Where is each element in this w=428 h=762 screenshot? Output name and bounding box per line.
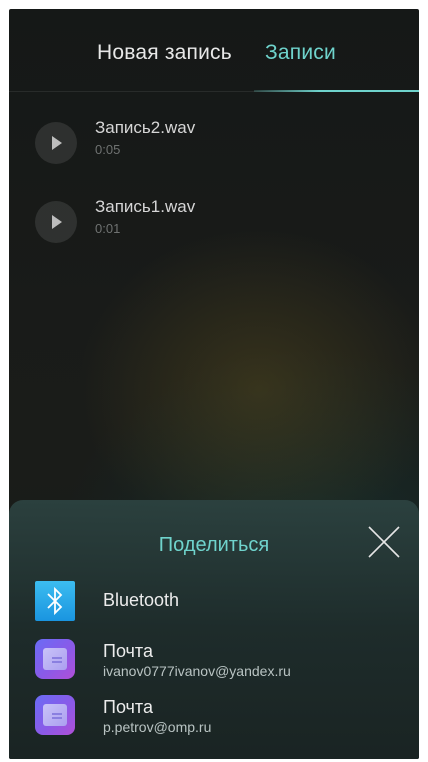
tab-new-record[interactable]: Новая запись	[97, 41, 232, 65]
active-tab-indicator	[254, 90, 419, 92]
record-name: Запись2.wav	[95, 118, 196, 137]
bluetooth-icon	[35, 581, 75, 621]
app-screen: Новая запись Записи Запись2.wav 0:05 Зап…	[9, 9, 419, 759]
share-item-mail[interactable]: Почта ivanov0777ivanov@yandex.ru	[9, 639, 419, 687]
record-name: Запись1.wav	[95, 197, 196, 216]
record-duration: 0:01	[95, 221, 121, 236]
record-duration: 0:05	[95, 142, 121, 157]
close-icon[interactable]	[367, 525, 401, 559]
share-sheet-title: Поделиться	[158, 534, 270, 556]
share-item-label: Почта	[103, 641, 153, 661]
share-sheet: Поделиться Bluetooth Почта ivanov0777iva…	[9, 500, 419, 759]
share-item-account: p.petrov@omp.ru	[103, 719, 212, 735]
play-icon[interactable]	[35, 122, 77, 164]
tab-records[interactable]: Записи	[265, 41, 336, 65]
mail-icon	[35, 639, 75, 679]
share-item-bluetooth[interactable]: Bluetooth	[9, 581, 419, 629]
mail-icon	[35, 695, 75, 735]
share-item-label: Почта	[103, 697, 153, 717]
share-item-account: ivanov0777ivanov@yandex.ru	[103, 663, 291, 679]
play-icon[interactable]	[35, 201, 77, 243]
record-item[interactable]: Запись1.wav 0:01	[9, 191, 419, 251]
tab-header: Новая запись Записи	[9, 9, 419, 91]
share-item-label: Bluetooth	[103, 590, 180, 610]
share-item-mail[interactable]: Почта p.petrov@omp.ru	[9, 695, 419, 743]
record-item[interactable]: Запись2.wav 0:05	[9, 112, 419, 172]
